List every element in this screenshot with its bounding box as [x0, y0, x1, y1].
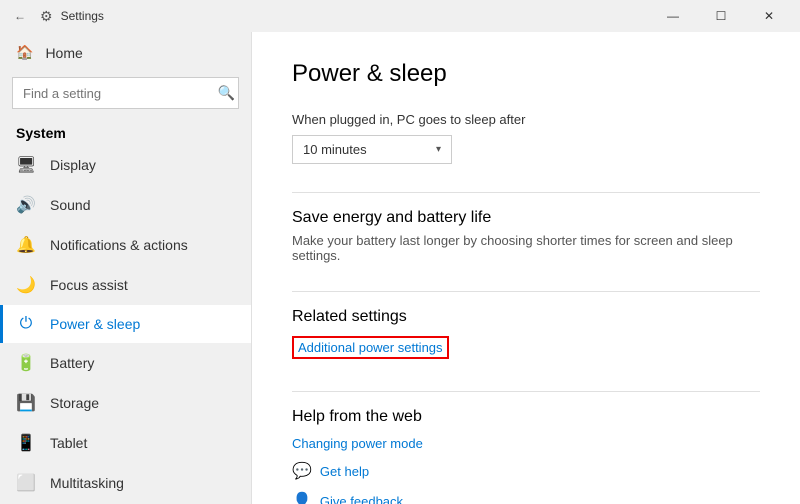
related-settings-section: Related settings Additional power settin… — [292, 308, 760, 363]
close-button[interactable]: ✕ — [746, 0, 792, 32]
focus-icon: 🌙 — [16, 275, 36, 295]
titlebar: ← ⚙ Settings — ☐ ✕ — [0, 0, 800, 32]
give-feedback-label: Give feedback — [320, 494, 403, 504]
sidebar-item-label: Notifications & actions — [50, 237, 188, 253]
get-help-label: Get help — [320, 464, 369, 479]
related-settings-heading: Related settings — [292, 308, 760, 326]
plugged-label: When plugged in, PC goes to sleep after — [292, 112, 760, 127]
get-help-link[interactable]: 💬 Get help — [292, 461, 760, 481]
content-area: Power & sleep When plugged in, PC goes t… — [252, 32, 800, 504]
restore-button[interactable]: ☐ — [698, 0, 744, 32]
main-layout: 🏠 Home 🔍 System 🖥 Display 🔊 Sound 🔔 Noti… — [0, 32, 800, 504]
changing-power-link[interactable]: Changing power mode — [292, 436, 760, 451]
chevron-down-icon: ▾ — [436, 144, 441, 155]
sidebar-item-multitasking[interactable]: ⬜ Multitasking — [0, 463, 251, 503]
sidebar-item-sound[interactable]: 🔊 Sound — [0, 185, 251, 225]
titlebar-controls: — ☐ ✕ — [650, 0, 792, 32]
save-energy-heading: Save energy and battery life — [292, 209, 760, 227]
sleep-dropdown[interactable]: 10 minutes ▾ — [292, 135, 452, 164]
save-energy-section: Save energy and battery life Make your b… — [292, 209, 760, 263]
sidebar-item-display[interactable]: 🖥 Display — [0, 145, 251, 185]
divider-3 — [292, 391, 760, 392]
power-icon: ⏻ — [16, 315, 36, 333]
plugged-in-section: When plugged in, PC goes to sleep after … — [292, 112, 760, 164]
sound-icon: 🔊 — [16, 195, 36, 215]
back-button[interactable]: ← — [8, 4, 32, 28]
notifications-icon: 🔔 — [16, 235, 36, 255]
give-feedback-icon: 👤 — [292, 491, 312, 504]
dropdown-value: 10 minutes — [303, 142, 367, 157]
multitasking-icon: ⬜ — [16, 473, 36, 493]
sidebar-item-focus[interactable]: 🌙 Focus assist — [0, 265, 251, 305]
sidebar-item-label: Power & sleep — [50, 316, 140, 332]
search-input[interactable] — [12, 77, 239, 109]
sidebar-section-label: System — [0, 117, 251, 145]
app-title: Settings — [61, 9, 104, 23]
battery-icon: 🔋 — [16, 353, 36, 373]
sidebar-item-label: Sound — [50, 197, 90, 213]
settings-app-icon: ⚙ — [40, 8, 53, 25]
help-heading: Help from the web — [292, 408, 760, 426]
tablet-icon: 📱 — [16, 433, 36, 453]
sidebar-item-label: Multitasking — [50, 475, 124, 491]
sidebar-item-power[interactable]: ⏻ Power & sleep — [0, 305, 251, 343]
display-icon: 🖥 — [16, 155, 36, 175]
sidebar-item-label: Focus assist — [50, 277, 128, 293]
sidebar-item-storage[interactable]: 💾 Storage — [0, 383, 251, 423]
divider-2 — [292, 291, 760, 292]
home-icon: 🏠 — [16, 44, 33, 61]
page-title: Power & sleep — [292, 60, 760, 88]
sidebar: 🏠 Home 🔍 System 🖥 Display 🔊 Sound 🔔 Noti… — [0, 32, 252, 504]
storage-icon: 💾 — [16, 393, 36, 413]
help-section: Help from the web Changing power mode 💬 … — [292, 408, 760, 504]
titlebar-left: ← ⚙ Settings — [8, 4, 104, 28]
sidebar-item-home[interactable]: 🏠 Home — [0, 32, 251, 73]
save-energy-desc: Make your battery last longer by choosin… — [292, 233, 760, 263]
sidebar-search-container: 🔍 — [12, 77, 239, 109]
sidebar-item-battery[interactable]: 🔋 Battery — [0, 343, 251, 383]
sidebar-item-label: Storage — [50, 395, 99, 411]
get-help-icon: 💬 — [292, 461, 312, 481]
sidebar-item-tablet[interactable]: 📱 Tablet — [0, 423, 251, 463]
sidebar-item-label: Display — [50, 157, 96, 173]
sidebar-item-notifications[interactable]: 🔔 Notifications & actions — [0, 225, 251, 265]
additional-power-settings-link[interactable]: Additional power settings — [292, 336, 449, 359]
search-button[interactable]: 🔍 — [218, 85, 235, 102]
sidebar-item-label: Battery — [50, 355, 94, 371]
changing-power-label: Changing power mode — [292, 436, 423, 451]
divider-1 — [292, 192, 760, 193]
give-feedback-link[interactable]: 👤 Give feedback — [292, 491, 760, 504]
minimize-button[interactable]: — — [650, 0, 696, 32]
sidebar-item-label: Tablet — [50, 435, 87, 451]
home-label: Home — [45, 45, 82, 61]
